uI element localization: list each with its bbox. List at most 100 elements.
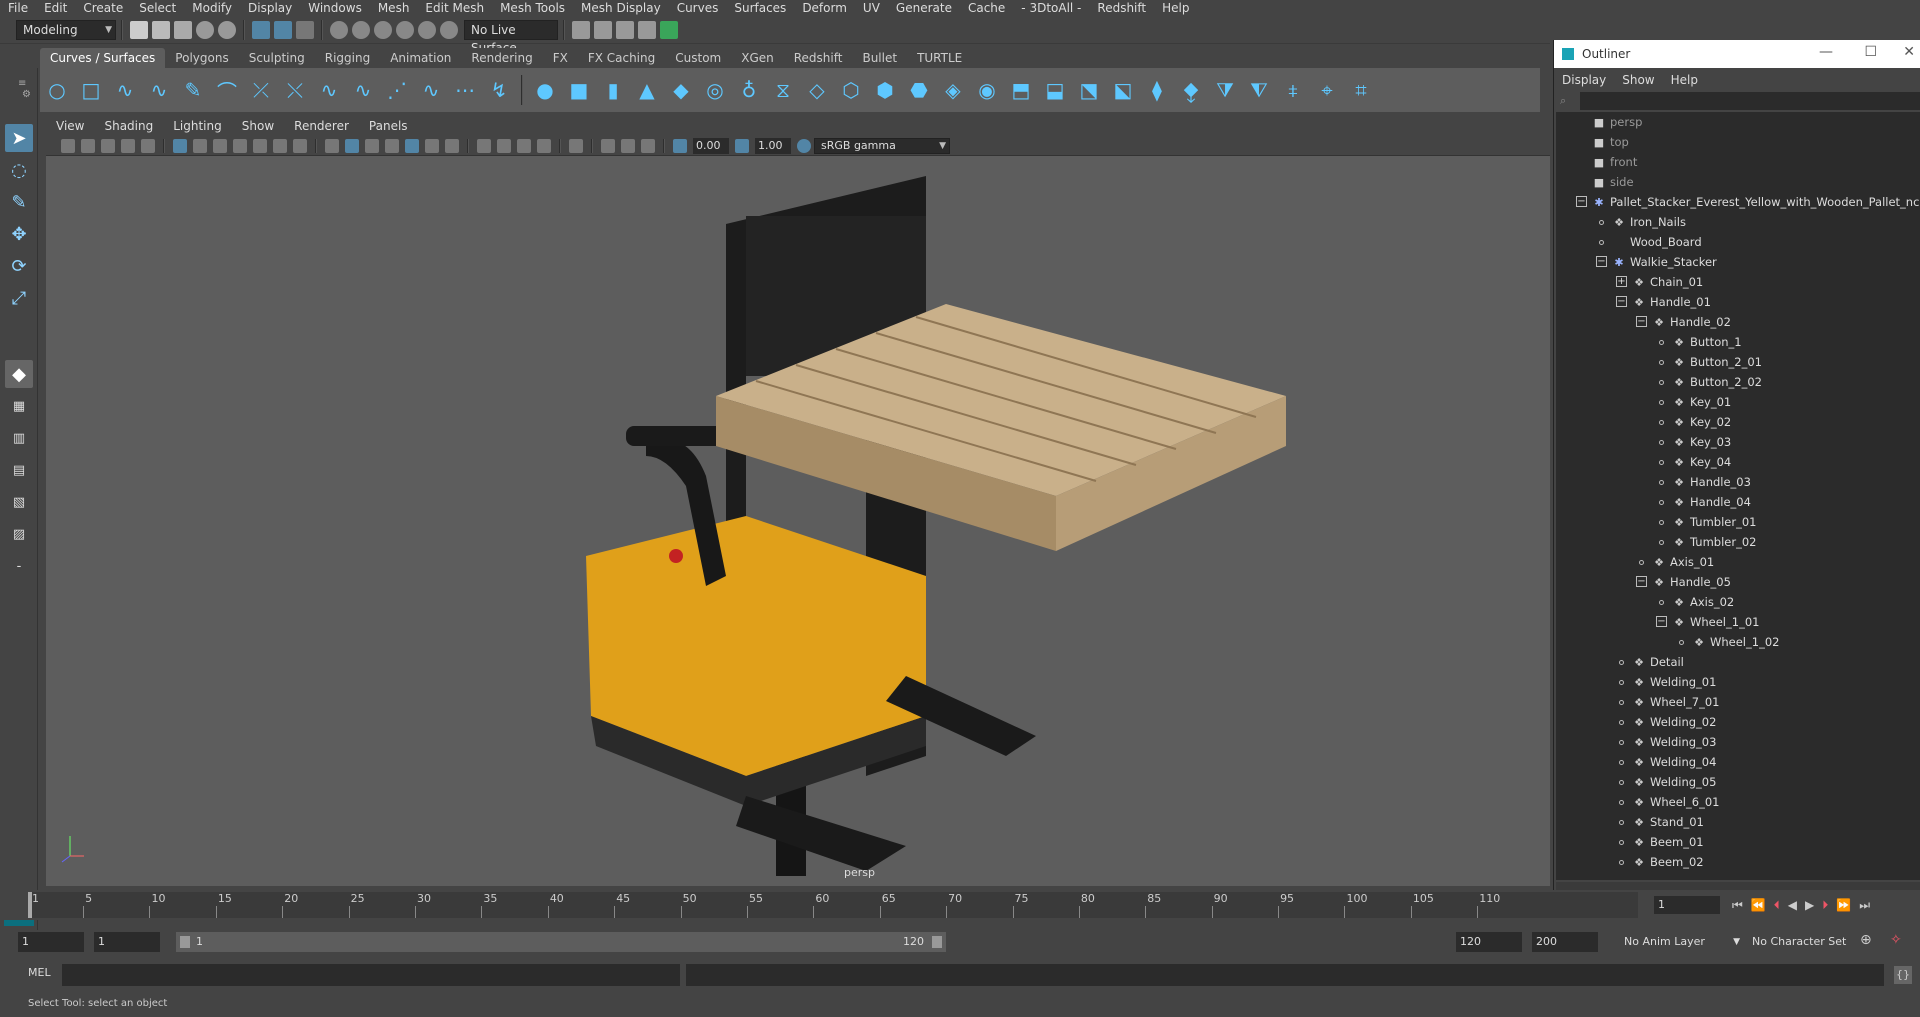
outliner-item[interactable]: ❖ Welding_03 — [1632, 732, 1716, 752]
motion-blur-icon[interactable] — [497, 138, 511, 153]
add-points-icon[interactable]: ⋯ — [453, 78, 477, 102]
script-language-label[interactable]: MEL — [28, 966, 51, 979]
scene-start-field[interactable]: 1 — [18, 932, 84, 952]
mode-dropdown[interactable]: Modeling ▼ — [16, 19, 116, 40]
snap-grid-icon[interactable] — [330, 20, 348, 39]
layout-outliner-icon[interactable]: ▧ — [5, 488, 33, 516]
attach-surfaces-icon[interactable]: ⧫ — [1145, 78, 1169, 102]
menu-cache[interactable]: Cache — [960, 0, 1013, 16]
open-close-icon[interactable]: ⧩ — [1213, 78, 1237, 102]
menu-create[interactable]: Create — [75, 0, 131, 16]
outliner-item[interactable]: ❖ Handle_02 — [1652, 312, 1731, 332]
nurbs-square-icon[interactable]: □ — [79, 78, 103, 102]
playback-start-field[interactable]: 1 — [94, 932, 160, 952]
shelf-tab-turtle[interactable]: TURTLE — [907, 48, 973, 68]
rotate-tool-icon[interactable]: ⟳ — [5, 252, 33, 280]
collapse-icon[interactable]: − — [1636, 576, 1647, 587]
layout-single-icon[interactable]: ◆ — [5, 360, 33, 388]
outliner-item[interactable]: ❖ Welding_05 — [1632, 772, 1716, 792]
shelf-tab-rendering[interactable]: Rendering — [461, 48, 543, 68]
wireframe-on-shaded-icon[interactable] — [385, 138, 399, 153]
color-management-icon[interactable] — [797, 138, 811, 153]
outliner-item[interactable]: ❖ Handle_01 — [1632, 292, 1711, 312]
outliner-item[interactable]: ❖ Chain_01 — [1632, 272, 1703, 292]
save-scene-icon[interactable] — [174, 20, 192, 39]
layout-graph-icon[interactable]: ▨ — [5, 520, 33, 548]
xray-icon[interactable] — [601, 138, 615, 153]
shelf-tab-custom[interactable]: Custom — [665, 48, 732, 68]
range-start-handle[interactable] — [180, 936, 190, 948]
play-forwards-icon[interactable]: ▶ — [1805, 898, 1814, 912]
shelf-tab-rigging[interactable]: Rigging — [314, 48, 381, 68]
2d-pan-zoom-icon[interactable] — [121, 138, 135, 153]
go-to-end-icon[interactable]: ⏭ — [1859, 898, 1870, 913]
bezier-curve-icon[interactable]: ↯ — [487, 78, 511, 102]
field-chart-icon[interactable] — [253, 138, 267, 153]
outliner-item[interactable]: ❖ Handle_03 — [1672, 472, 1751, 492]
layout-more-icon[interactable]: - — [5, 552, 33, 580]
square-surface-icon[interactable]: ◉ — [975, 78, 999, 102]
outliner-item[interactable]: ❖ Beem_01 — [1632, 832, 1704, 852]
menu-redshift[interactable]: Redshift — [1089, 0, 1154, 16]
depth-of-field-icon[interactable] — [537, 138, 551, 153]
expand-icon[interactable]: + — [1616, 276, 1627, 287]
snap-vertex-icon[interactable] — [440, 20, 458, 39]
shelf-tab-polygons[interactable]: Polygons — [165, 48, 239, 68]
layout-four-icon[interactable]: ▦ — [5, 392, 33, 420]
ep-curve-icon[interactable]: ∿ — [147, 78, 171, 102]
undo-icon[interactable] — [196, 20, 214, 39]
gate-mask-icon[interactable] — [233, 138, 247, 153]
shelf-tab-bullet[interactable]: Bullet — [852, 48, 908, 68]
outliner-item[interactable]: ✱ Walkie_Stacker — [1612, 252, 1716, 272]
character-set-dropdown[interactable]: No Character Set — [1752, 932, 1872, 952]
command-input[interactable] — [62, 964, 680, 986]
select-hierarchy-icon[interactable] — [252, 20, 270, 39]
menu-curves[interactable]: Curves — [669, 0, 727, 16]
wireframe-icon[interactable] — [325, 138, 339, 153]
planar-icon[interactable]: ◇ — [805, 78, 829, 102]
viewport-menu-lighting[interactable]: Lighting — [163, 116, 232, 136]
outliner-item[interactable]: ❖ Handle_05 — [1652, 572, 1731, 592]
outliner-tree[interactable]: ■ persp ■ top ■ front ■ side − ✱ Pallet_Stacker_Ev… — [1556, 112, 1920, 880]
search-filter-icon[interactable]: ⌕ — [1560, 94, 1574, 108]
outliner-item[interactable]: ❖ Detail — [1632, 652, 1684, 672]
animation-prefs-icon[interactable]: ✧ — [1890, 932, 1902, 948]
safe-title-icon[interactable] — [293, 138, 307, 153]
collapse-icon[interactable]: − — [1576, 196, 1587, 207]
range-slider[interactable]: 1 120 — [176, 932, 946, 952]
outliner-item[interactable]: ❖ Axis_02 — [1672, 592, 1734, 612]
outliner-item[interactable]: ❖ Welding_01 — [1632, 672, 1716, 692]
outliner-item[interactable]: ❖ Tumbler_01 — [1672, 512, 1756, 532]
xray-joints-icon[interactable] — [641, 138, 655, 153]
outliner-item[interactable]: Wood_Board — [1612, 232, 1702, 252]
outliner-item[interactable]: ❖ Beem_02 — [1632, 852, 1704, 872]
shelf-tab-curves-surfaces[interactable]: Curves / Surfaces — [40, 48, 166, 68]
outliner-item[interactable]: ❖ Wheel_6_01 — [1632, 792, 1719, 812]
go-to-start-icon[interactable]: ⏮ — [1732, 898, 1743, 913]
gamma-field[interactable]: 1.00 — [755, 137, 791, 154]
gamma-icon[interactable] — [735, 138, 749, 153]
project-curve-icon[interactable]: ⬒ — [1009, 78, 1033, 102]
new-scene-icon[interactable] — [130, 20, 148, 39]
camera-attributes-icon[interactable] — [61, 138, 75, 153]
render-frame-icon[interactable] — [594, 20, 612, 39]
outliner-item[interactable]: ✱ Pallet_Stacker_Everest_Yellow_with_Wood… — [1592, 192, 1920, 212]
screen-space-ao-icon[interactable] — [477, 138, 491, 153]
playback-end-field[interactable]: 120 — [1456, 932, 1522, 952]
film-gate-icon[interactable] — [193, 138, 207, 153]
open-scene-icon[interactable] — [152, 20, 170, 39]
outliner-item[interactable]: ❖ Tumbler_02 — [1672, 532, 1756, 552]
step-forward-frame-icon[interactable]: ⏵ — [1822, 898, 1828, 913]
revolve-icon[interactable]: ♁ — [737, 78, 761, 102]
lasso-tool-icon[interactable]: ◌ — [5, 156, 33, 184]
ipr-render-icon[interactable] — [616, 20, 634, 39]
anti-aliasing-icon[interactable] — [517, 138, 531, 153]
menu-mesh[interactable]: Mesh — [370, 0, 418, 16]
nurbs-cylinder-icon[interactable]: ▮ — [601, 78, 625, 102]
time-slider-track[interactable]: 1 5 10 15 20 25 30 35 40 45 50 55 60 65 70 75 80 85 90 95 10… — [28, 892, 1638, 918]
redo-icon[interactable] — [218, 20, 236, 39]
outliner-item[interactable]: ❖ Key_03 — [1672, 432, 1731, 452]
outliner-item[interactable]: ■ front — [1592, 152, 1638, 172]
color-space-dropdown[interactable]: sRGB gamma ▼ — [814, 137, 950, 154]
viewport-menu-panels[interactable]: Panels — [359, 116, 418, 136]
